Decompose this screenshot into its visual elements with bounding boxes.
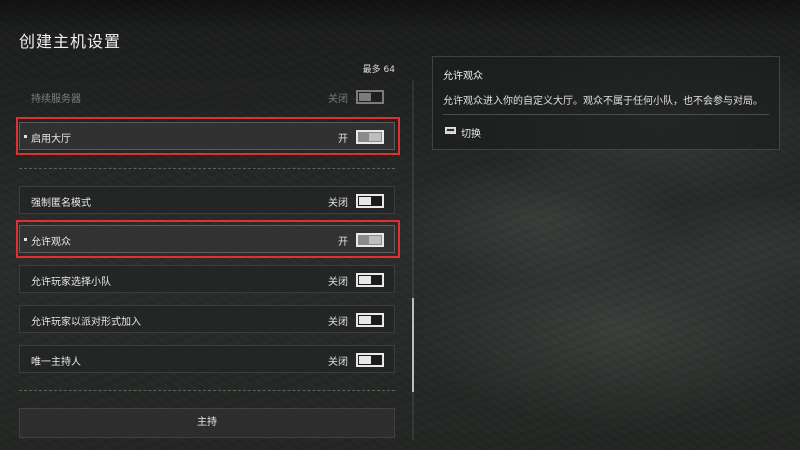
page-title: 创建主机设置 [19,32,122,51]
scrollbar-thumb[interactable] [412,298,414,392]
toggle-switch[interactable] [356,233,384,247]
setting-label: 唯一主持人 [31,357,81,368]
toggle-action-label[interactable]: 切换 [461,125,481,140]
section-divider [19,390,395,391]
setting-value: 关闭 [328,277,348,288]
setting-row-allow-squad-select[interactable]: 允许玩家选择小队 关闭 [19,265,395,293]
setting-value: 开 [338,237,348,248]
toggle-switch [356,90,384,104]
setting-label: 允许玩家选择小队 [31,277,111,288]
toggle-switch[interactable] [356,313,384,327]
keyboard-icon [445,127,456,134]
max-players-label: 最多 64 [362,65,395,75]
setting-value: 关闭 [328,94,348,105]
toggle-switch[interactable] [356,194,384,208]
setting-row-persistent-server: 持续服务器 关闭 [19,82,395,110]
setting-row-allow-spectators[interactable]: 允许观众 开 [19,225,395,253]
setting-row-sole-host[interactable]: 唯一主持人 关闭 [19,345,395,373]
info-panel: 允许观众 允许观众进入你的自定义大厅。观众不属于任何小队，也不会参与对局。 切换 [432,56,780,150]
info-divider [443,114,769,115]
info-description: 允许观众进入你的自定义大厅。观众不属于任何小队，也不会参与对局。 [443,96,763,107]
setting-row-force-anonymous[interactable]: 强制匿名模式 关闭 [19,186,395,214]
setting-value: 开 [338,134,348,145]
setting-label: 启用大厅 [31,134,71,145]
bullet-marker [24,238,27,241]
toggle-switch[interactable] [356,273,384,287]
host-button[interactable]: 主持 [19,408,395,438]
toggle-switch[interactable] [356,130,384,144]
setting-value: 关闭 [328,357,348,368]
setting-label: 强制匿名模式 [31,198,91,209]
setting-value: 关闭 [328,198,348,209]
setting-value: 关闭 [328,317,348,328]
top-shade [0,0,800,30]
setting-label: 允许玩家以派对形式加入 [31,317,141,328]
setting-row-enable-lobby[interactable]: 启用大厅 开 [19,122,395,150]
bullet-marker [24,135,27,138]
setting-label: 持续服务器 [31,94,81,105]
info-title: 允许观众 [443,71,483,82]
toggle-switch[interactable] [356,353,384,367]
section-divider [19,168,395,169]
setting-label: 允许观众 [31,237,71,248]
setting-row-allow-party-join[interactable]: 允许玩家以派对形式加入 关闭 [19,305,395,333]
